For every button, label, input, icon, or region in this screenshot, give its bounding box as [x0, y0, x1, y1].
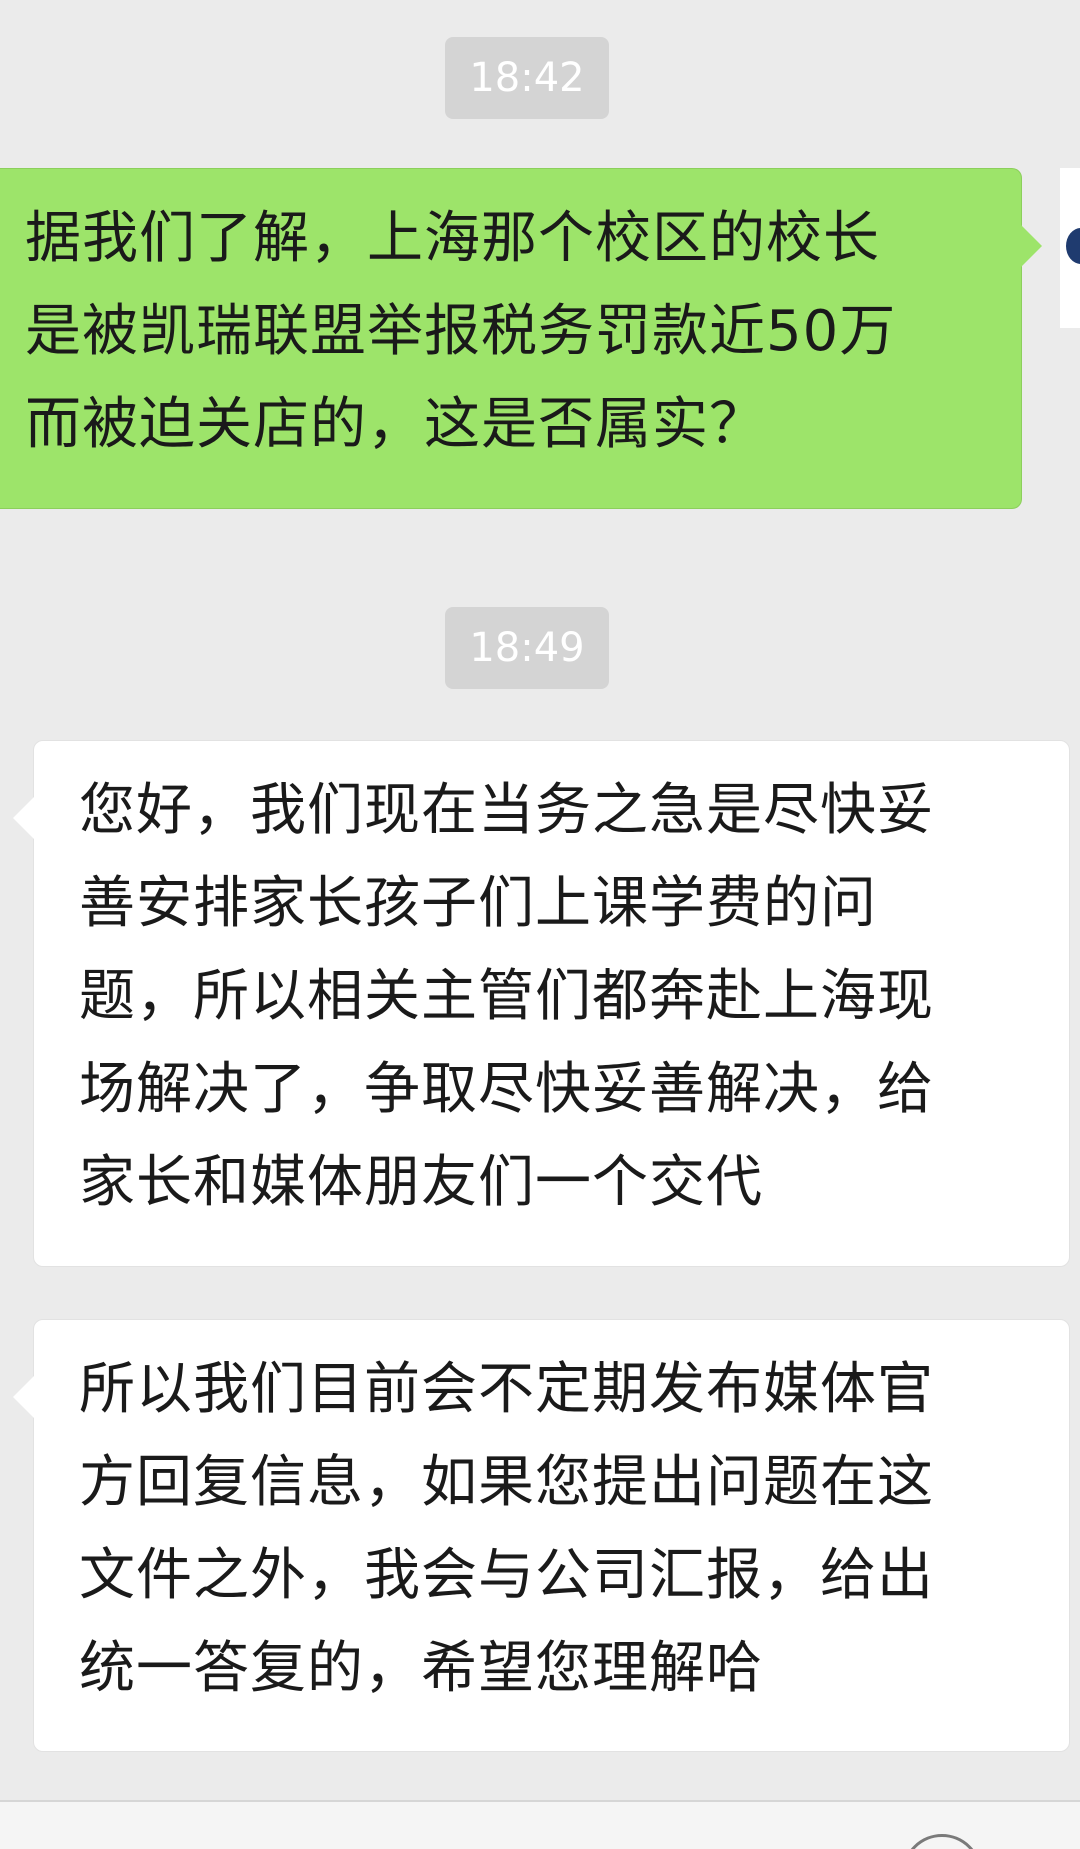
timestamp: 18:42: [445, 37, 609, 119]
message-line: 而被迫关店的，这是否属实？: [25, 392, 766, 457]
message-line: 所以我们目前会不定期发布媒体官: [79, 1357, 934, 1422]
message-line: 您好，我们现在当务之急是尽快妥: [79, 778, 934, 843]
message-line: 家长和媒体朋友们一个交代: [79, 1150, 763, 1215]
message-line: 是被凯瑞联盟举报税务罚款近50万: [25, 299, 897, 364]
timestamp: 18:49: [445, 607, 609, 689]
avatar-image: [1066, 228, 1080, 264]
message-line: 场解决了，争取尽快妥善解决，给: [79, 1057, 934, 1122]
received-message-bubble[interactable]: 您好，我们现在当务之急是尽快妥 善安排家长孩子们上课学费的问 题，所以相关主管们…: [13, 740, 1070, 1267]
message-line: 方回复信息，如果您提出问题在这: [79, 1450, 934, 1515]
received-message-bubble[interactable]: 所以我们目前会不定期发布媒体官 方回复信息，如果您提出问题在这 文件之外，我会与…: [13, 1319, 1070, 1752]
chat-message-list[interactable]: 18:42 据我们了解，上海那个校区的校长 是被凯瑞联盟举报税务罚款近50万 而…: [0, 0, 1080, 1800]
sender-avatar[interactable]: [1060, 168, 1080, 328]
message-line: 题，所以相关主管们都奔赴上海现: [79, 964, 934, 1029]
chat-input-bar: [0, 1800, 1080, 1849]
message-line: 文件之外，我会与公司汇报，给出: [79, 1543, 934, 1608]
sent-message-bubble[interactable]: 据我们了解，上海那个校区的校长 是被凯瑞联盟举报税务罚款近50万 而被迫关店的，…: [0, 168, 1042, 509]
message-line: 善安排家长孩子们上课学费的问: [79, 871, 877, 936]
message-line: 据我们了解，上海那个校区的校长: [25, 206, 880, 271]
message-line: 统一答复的，希望您理解哈: [79, 1636, 763, 1701]
